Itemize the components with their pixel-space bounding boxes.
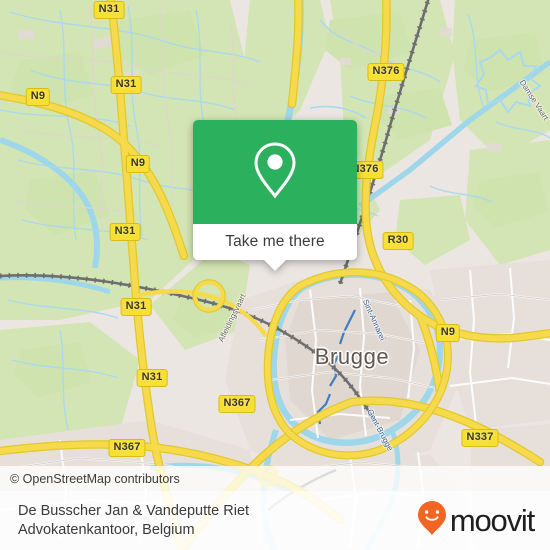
road-shield: R30 <box>382 232 414 250</box>
footer-bar: De Busscher Jan & Vandeputte Riet Advoka… <box>0 491 550 550</box>
osm-attribution-text[interactable]: © OpenStreetMap contributors <box>0 472 180 486</box>
road-shield: N367 <box>218 395 256 413</box>
location-title-line2: Advokatenkantoor, Belgium <box>18 521 195 538</box>
road-shield: N31 <box>93 1 125 19</box>
road-shield: N9 <box>25 88 51 106</box>
road-shield: N31 <box>136 369 168 387</box>
road-shield: N31 <box>120 298 152 316</box>
popup-action-area[interactable]: Take me there <box>193 224 357 271</box>
road-shield: N337 <box>461 429 499 447</box>
take-me-there-label: Take me there <box>225 233 325 250</box>
road-shield: N376 <box>367 63 405 81</box>
road-shield: N9 <box>435 324 461 342</box>
place-label-brugge: Brugge <box>314 344 390 369</box>
popup-tail <box>264 260 286 271</box>
road-shield: N367 <box>108 439 146 457</box>
map-attribution-bar: © OpenStreetMap contributors <box>0 466 550 491</box>
map-screen: N31 N9 N31 N9 N31 N376 N376 R30 N31 N31 … <box>0 0 550 550</box>
moovit-smiley-pin-icon <box>417 500 447 541</box>
road-shield: N31 <box>109 223 141 241</box>
location-title: De Busscher Jan & Vandeputte Riet Advoka… <box>18 502 249 540</box>
location-popup-card[interactable]: Take me there <box>193 120 357 271</box>
moovit-logo[interactable]: moovit <box>417 500 535 541</box>
popup-icon-area <box>193 120 357 224</box>
location-title-line1: De Busscher Jan & Vandeputte Riet <box>18 502 250 519</box>
map-pin-icon <box>252 141 298 204</box>
road-shield: N9 <box>125 155 151 173</box>
moovit-wordmark: moovit <box>449 503 535 538</box>
road-shield: N31 <box>110 76 142 94</box>
